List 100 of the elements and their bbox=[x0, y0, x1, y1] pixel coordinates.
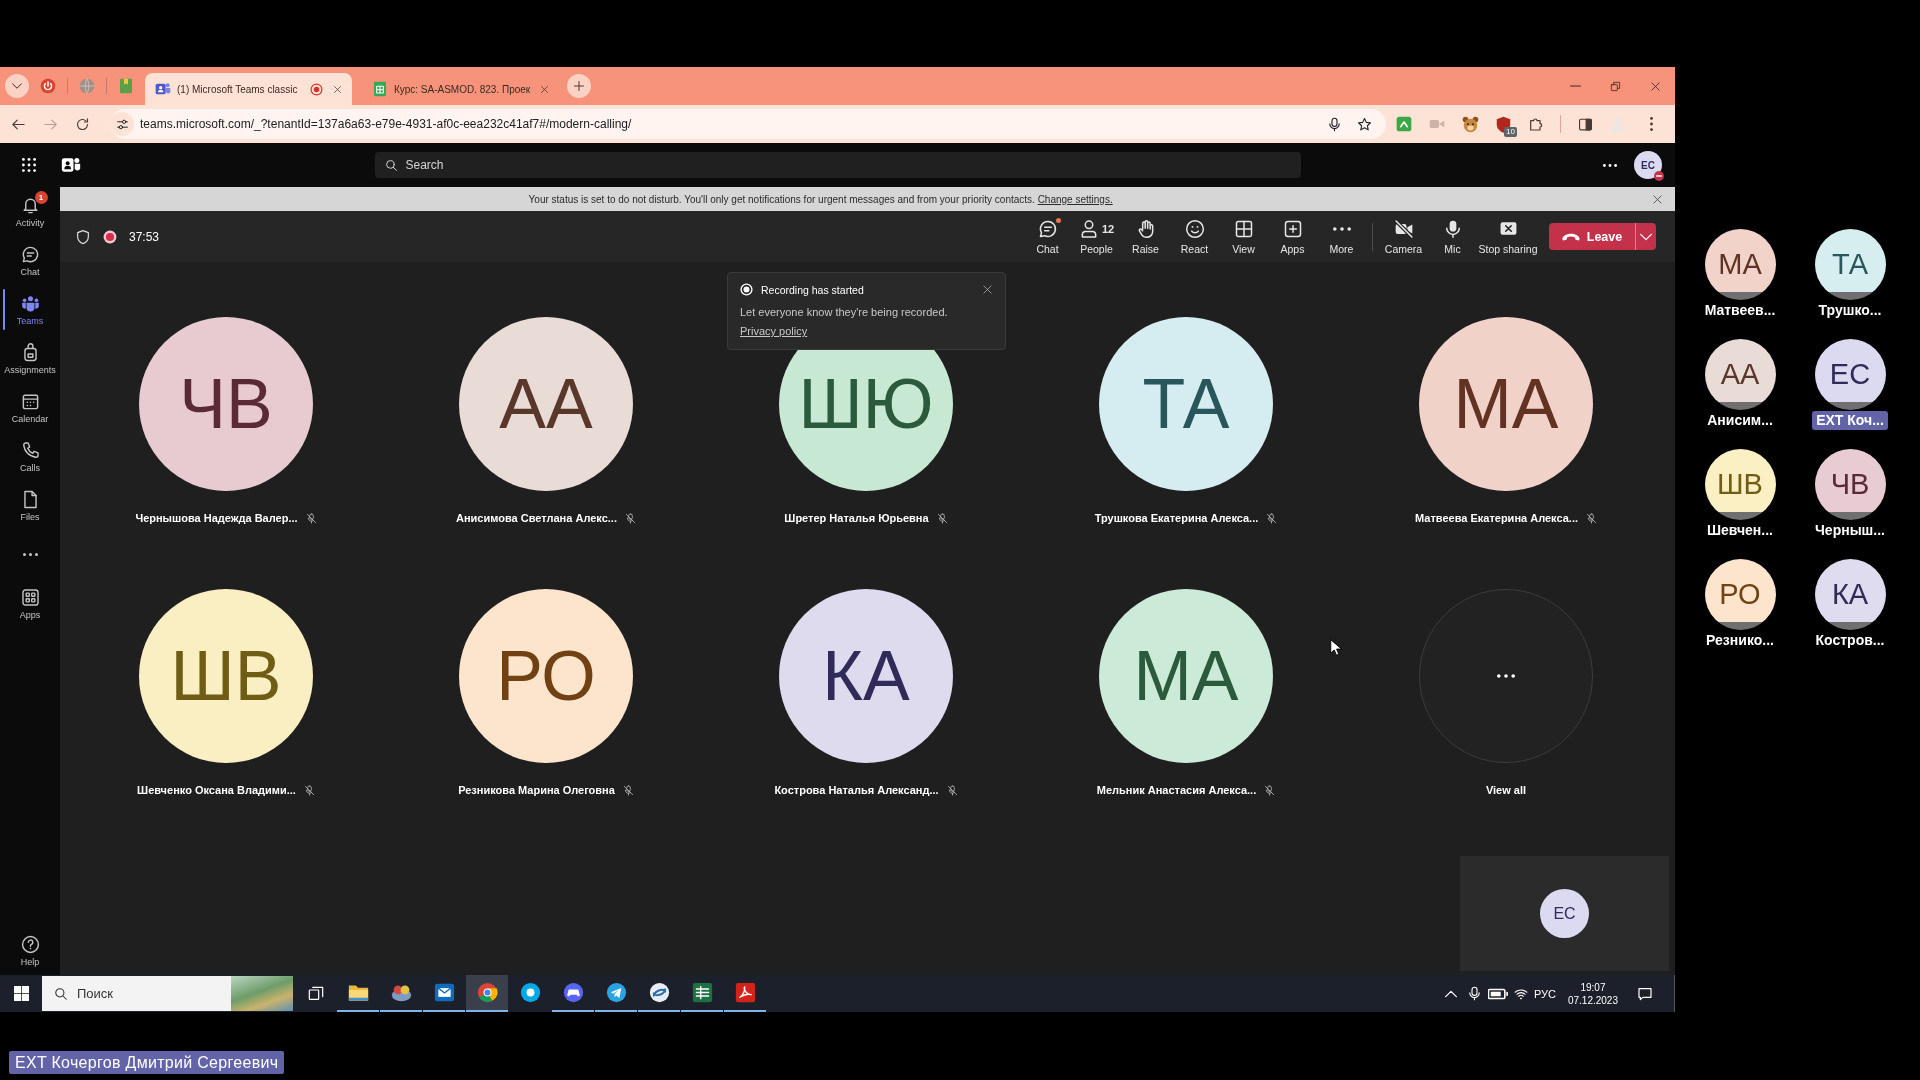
people-logo-icon bbox=[61, 155, 81, 175]
phone-hangup-icon bbox=[1561, 232, 1580, 241]
toolbar-button[interactable]: 12 People bbox=[1072, 214, 1121, 259]
toolbar-button[interactable]: Chat bbox=[1023, 214, 1072, 259]
toolbar-button[interactable]: React bbox=[1170, 214, 1219, 259]
toolbar-button[interactable]: More bbox=[1317, 214, 1366, 259]
spreadsheet-icon bbox=[372, 81, 388, 97]
shield-icon bbox=[75, 228, 91, 245]
rail-item[interactable]: Chat bbox=[0, 236, 60, 285]
participant-name: Костров... bbox=[1814, 631, 1886, 650]
more-icon bbox=[1603, 163, 1617, 167]
notification-title: Recording has started bbox=[761, 283, 864, 296]
profile-avatar[interactable]: EC bbox=[1634, 151, 1662, 179]
smiley-icon bbox=[1184, 218, 1205, 239]
power-icon bbox=[40, 78, 56, 94]
participant-name: Матвеев... bbox=[1703, 301, 1777, 320]
microphone-icon bbox=[1326, 116, 1342, 132]
clock-date[interactable]: 07.12.2023 bbox=[1567, 993, 1618, 1007]
search-field[interactable]: Поиск bbox=[42, 976, 293, 1011]
participant-name: Кострова Наталья Александ... bbox=[774, 784, 939, 796]
extension-button[interactable]: 10 bbox=[1488, 109, 1518, 139]
participant-avatar: МА bbox=[1419, 317, 1593, 491]
star-icon bbox=[1356, 116, 1372, 132]
rail-item[interactable]: 1 Activity bbox=[0, 187, 60, 236]
more-icon bbox=[1332, 226, 1351, 231]
close-icon bbox=[539, 84, 549, 94]
participant-avatar: ТА bbox=[1814, 229, 1886, 300]
people-icon bbox=[20, 293, 40, 313]
rail-item[interactable]: Calendar bbox=[0, 383, 60, 432]
rail-item[interactable]: Apps bbox=[0, 579, 60, 628]
status-message: Your status is set to do not disturb. You'll only get notifications for urgent messages and from your priority contacts. Change settings. bbox=[528, 193, 1113, 205]
restore-icon bbox=[1609, 80, 1621, 92]
leave-options-button[interactable] bbox=[1635, 223, 1656, 250]
change-settings-link[interactable]: Change settings. bbox=[1037, 193, 1113, 205]
rail-item[interactable]: Files bbox=[0, 481, 60, 530]
grid-icon bbox=[1233, 218, 1254, 239]
notification-badge: 1 bbox=[34, 190, 48, 204]
puzzle-icon bbox=[1528, 116, 1544, 132]
browser-tab[interactable]: (1) Microsoft Teams classic bbox=[145, 73, 352, 105]
participant-name: Анисим... bbox=[1706, 411, 1774, 430]
rail-item[interactable]: Teams bbox=[0, 285, 60, 334]
participant-name: EXT Коч... bbox=[1812, 411, 1888, 430]
participant-name: Трушко... bbox=[1817, 301, 1883, 320]
chevron-down-icon bbox=[12, 83, 22, 89]
participant-avatar: РО bbox=[1704, 559, 1776, 630]
participant-name: Чернышова Надежда Валер... bbox=[135, 512, 298, 524]
gamepad-icon bbox=[562, 982, 584, 1003]
microphone-icon bbox=[1466, 986, 1482, 1001]
record-icon bbox=[740, 283, 753, 296]
toolbar-button[interactable]: Raise bbox=[1121, 214, 1170, 259]
four-panes-icon bbox=[13, 986, 29, 1001]
app-launcher-button[interactable] bbox=[19, 155, 39, 175]
search-field[interactable]: Search bbox=[374, 152, 1301, 178]
side-panel-icon bbox=[1577, 116, 1593, 132]
participant-name: Шевчен... bbox=[1706, 521, 1774, 540]
dot-circle-icon bbox=[519, 982, 541, 1003]
toolbar-button[interactable]: Apps bbox=[1268, 214, 1317, 259]
close-icon bbox=[1651, 193, 1663, 205]
cursor-icon bbox=[1330, 639, 1342, 656]
stop-sharing-button[interactable]: Stop sharing bbox=[1477, 214, 1539, 259]
input-language[interactable]: РУС bbox=[1533, 987, 1556, 1000]
leave-button[interactable]: Leave bbox=[1549, 223, 1635, 250]
toolbar-button[interactable]: Mic bbox=[1428, 214, 1477, 259]
participant-name: Резникова Марина Олеговна bbox=[458, 784, 615, 796]
close-button[interactable] bbox=[1650, 192, 1664, 206]
envelope-icon bbox=[433, 982, 455, 1003]
participant-name: Мельник Анастасия Алекса... bbox=[1096, 784, 1257, 796]
site-info-button[interactable] bbox=[110, 112, 134, 136]
meeting-info-button[interactable] bbox=[75, 227, 91, 246]
participant-avatar: ШВ bbox=[1704, 449, 1776, 520]
toolbar-button[interactable]: View bbox=[1219, 214, 1268, 259]
participant-avatar: КА bbox=[1814, 559, 1886, 630]
search-icon bbox=[384, 158, 398, 172]
plus-icon bbox=[573, 80, 586, 92]
close-icon bbox=[1649, 80, 1661, 92]
clock-time[interactable]: 19:07 bbox=[1580, 980, 1606, 994]
participant-name: Шретер Наталья Юрьевна bbox=[784, 512, 929, 524]
toolbar-button[interactable]: Camera bbox=[1379, 214, 1428, 259]
rail-item[interactable]: Calls bbox=[0, 432, 60, 481]
chevron-down-icon bbox=[1640, 232, 1652, 241]
wifi-icon bbox=[1513, 986, 1528, 1001]
globe-icon bbox=[79, 78, 95, 94]
battery-icon bbox=[1487, 987, 1508, 1000]
x-square-icon bbox=[1498, 219, 1518, 238]
bookmark-icon bbox=[118, 78, 134, 94]
participant-name: Резнико... bbox=[1705, 631, 1775, 650]
participant-name: Черныш... bbox=[1814, 521, 1886, 540]
address-bar[interactable]: teams.microsoft.com/_?tenantId=137a6a63-e79e-4931-af0c-eea232c41af7#/modern-calling/ bbox=[110, 109, 1386, 139]
help-button[interactable]: Help bbox=[0, 926, 60, 975]
rail-item[interactable]: Assignments bbox=[0, 334, 60, 383]
more-vertical-icon bbox=[1649, 117, 1653, 131]
call-timer: 37:53 bbox=[129, 229, 160, 244]
add-app-icon bbox=[1282, 218, 1303, 239]
swirl-icon bbox=[648, 982, 670, 1003]
browser-tab[interactable]: Курс: SA-ASMOD. 823. Проек bbox=[362, 73, 560, 105]
participant-avatar: EC bbox=[1814, 339, 1886, 410]
more-icon bbox=[22, 553, 38, 556]
calendar-icon bbox=[20, 391, 40, 411]
close-button[interactable] bbox=[981, 283, 993, 296]
close-icon bbox=[981, 284, 993, 295]
